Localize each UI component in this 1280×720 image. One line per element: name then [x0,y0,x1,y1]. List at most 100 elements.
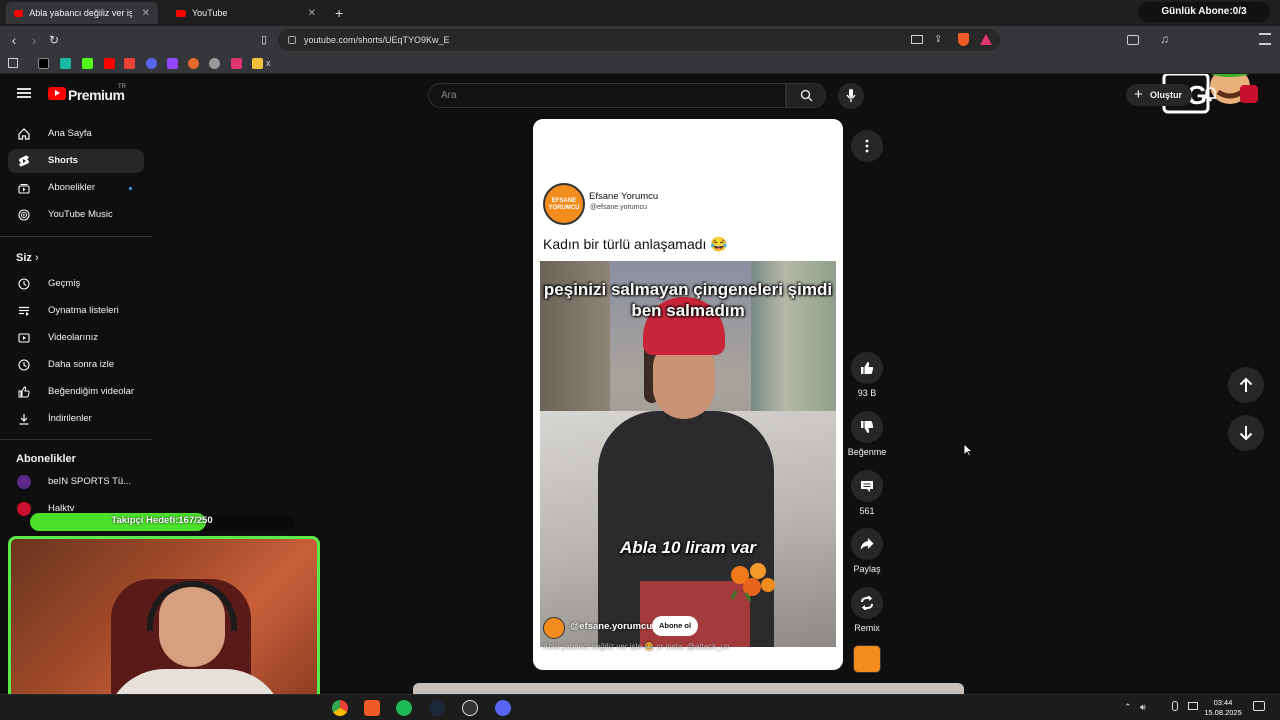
daily-subscriber-badge: Günlük Abone:0/3 [1138,2,1270,22]
new-tab-icon[interactable]: + [335,5,343,21]
video-frame[interactable]: peşinizi salmayan çingeneleri şimdi ben … [540,261,836,647]
close-tab-icon[interactable]: ✕ [308,8,316,19]
twitch-bookmark-icon[interactable] [167,58,178,69]
brave-shield-icon[interactable] [958,33,969,46]
audio-source-thumbnail[interactable] [853,645,881,673]
microphone-icon[interactable] [1172,701,1178,711]
url-field[interactable]: youtube.com/shorts/UEqTYO9Kw_E [278,29,1000,51]
discord-bookmark-icon[interactable] [146,58,157,69]
sidebar-item-liked-videos[interactable]: Beğendiğim videolar [8,380,144,404]
youtube-logo-icon[interactable] [48,87,66,100]
sidebar-item-your-videos[interactable]: Videolarınız [8,326,144,350]
sidebar-item-label: Daha sonra izle [48,359,115,370]
sidebar-item-playlists[interactable]: Oynatma listeleri [8,299,144,323]
close-tab-icon[interactable]: ✕ [142,8,150,19]
x-bookmark-icon[interactable] [38,58,49,69]
youtube-bookmark-icon[interactable] [104,58,115,69]
spotify-icon[interactable] [396,700,412,716]
sidebar-toggle-icon[interactable] [1127,35,1139,45]
sidebar-item-home[interactable]: Ana Sayfa [8,122,144,146]
next-short-preview[interactable] [413,683,964,694]
obs-icon[interactable] [462,700,478,716]
comments-button[interactable] [851,470,883,502]
channel-avatar [17,475,31,489]
sidebar-item-label: Ana Sayfa [48,128,92,139]
search-input[interactable]: Ara [428,83,786,108]
comment-icon [861,481,873,492]
remix-button[interactable] [851,587,883,619]
create-button[interactable]: + Oluştur [1126,84,1192,106]
youtube-favicon-icon [14,9,24,17]
sidebar-item-channel[interactable]: beIN SPORTS Tü... [8,470,144,494]
bookmark-icon[interactable] [209,58,220,69]
network-icon[interactable] [1188,702,1198,710]
sidebar-item-history[interactable]: Geçmiş [8,272,144,296]
section-title: Siz [16,252,32,264]
reload-icon[interactable]: ↻ [46,32,62,48]
folder-icon[interactable] [252,58,263,69]
video-description[interactable]: Abla yabancı değiliz ver işte 😂 cr insta… [543,642,730,651]
video-channel-name[interactable]: @efsane.yorumcu [570,621,652,632]
divider [0,439,152,440]
search-button[interactable] [786,83,826,108]
notifications-bell-icon[interactable] [1204,87,1217,102]
sidebar-item-watch-later[interactable]: Daha sonra izle [8,353,144,377]
youtube-brand[interactable]: Premium [68,87,125,103]
forward-icon[interactable]: › [26,32,42,48]
chevron-right-icon: › [34,252,39,264]
browser-menu-icon[interactable] [1259,33,1271,45]
back-icon[interactable]: ‹ [6,32,22,48]
chrome-icon[interactable] [332,700,348,716]
bookmark-icon[interactable] [60,58,71,69]
steam-icon[interactable] [429,700,445,716]
sidebar-item-subscriptions[interactable]: Abonelikler [8,176,144,200]
chevron-up-icon[interactable]: ⌃ [1124,702,1132,713]
share-page-icon[interactable]: ⇪ [934,34,946,45]
shorts-icon [19,155,29,167]
tab-active-short[interactable]: Abla yabancı değiliz ver işte 😂 ✕ [6,2,158,24]
watch-later-icon [18,359,30,371]
site-info-icon[interactable] [288,36,296,44]
subscribe-button[interactable]: Abone ol [652,616,698,636]
sidebar-item-youtube-music[interactable]: YouTube Music [8,203,144,227]
playlist-icon [19,306,29,316]
share-button[interactable] [851,528,883,560]
brave-rewards-icon[interactable] [980,34,992,45]
more-vertical-icon [865,139,869,153]
sidebar-item-downloads[interactable]: İndirilenler [8,407,144,431]
media-icon[interactable]: ♫ [1160,32,1169,46]
dislike-button[interactable] [851,411,883,443]
bookmark-icon[interactable] [188,58,199,69]
more-options-button[interactable] [851,130,883,162]
voice-search-button[interactable] [838,83,864,109]
plus-icon: + [1134,86,1143,103]
clock-date: 15.08.2025 [1204,708,1242,717]
notification-center-icon[interactable] [1253,701,1265,711]
brave-icon[interactable] [364,700,380,716]
gmail-bookmark-icon[interactable] [124,58,135,69]
discord-icon[interactable] [495,700,511,716]
cast-icon[interactable] [911,35,923,44]
tab-youtube[interactable]: YouTube ✕ [168,2,324,24]
sidebar-item-shorts[interactable]: Shorts [8,149,144,173]
avatar[interactable] [1240,85,1258,103]
bookmark-icon[interactable]: ▯ [256,32,272,48]
sidebar-section-you[interactable]: Siz › [16,252,39,264]
bookmark-icon[interactable] [231,58,242,69]
system-clock[interactable]: 03:44 15.08.2025 [1200,698,1246,718]
apps-icon[interactable] [8,58,18,68]
sidebar-item-label: Oynatma listeleri [48,305,119,316]
volume-icon[interactable]: 🔊︎ [1140,702,1146,713]
share-label: Paylaş [853,564,881,574]
bookmark-folder-label[interactable]: x [266,58,271,68]
video-channel-avatar[interactable] [543,617,565,639]
sidebar-section-subscriptions: Abonelikler [16,453,76,465]
like-button[interactable] [851,352,883,384]
kick-bookmark-icon[interactable] [82,58,93,69]
sidebar-item-label: Videolarınız [48,332,98,343]
previous-short-button[interactable] [1228,367,1264,403]
browser-toolbar: ‹ › ↻ ▯ youtube.com/shorts/UEqTYO9Kw_E ⇪… [0,26,1280,114]
menu-icon[interactable] [17,88,31,98]
short-video-card[interactable]: EFSANE YORUMCU Efsane Yorumcu @efsane.yo… [533,119,843,670]
next-short-button[interactable] [1228,415,1264,451]
